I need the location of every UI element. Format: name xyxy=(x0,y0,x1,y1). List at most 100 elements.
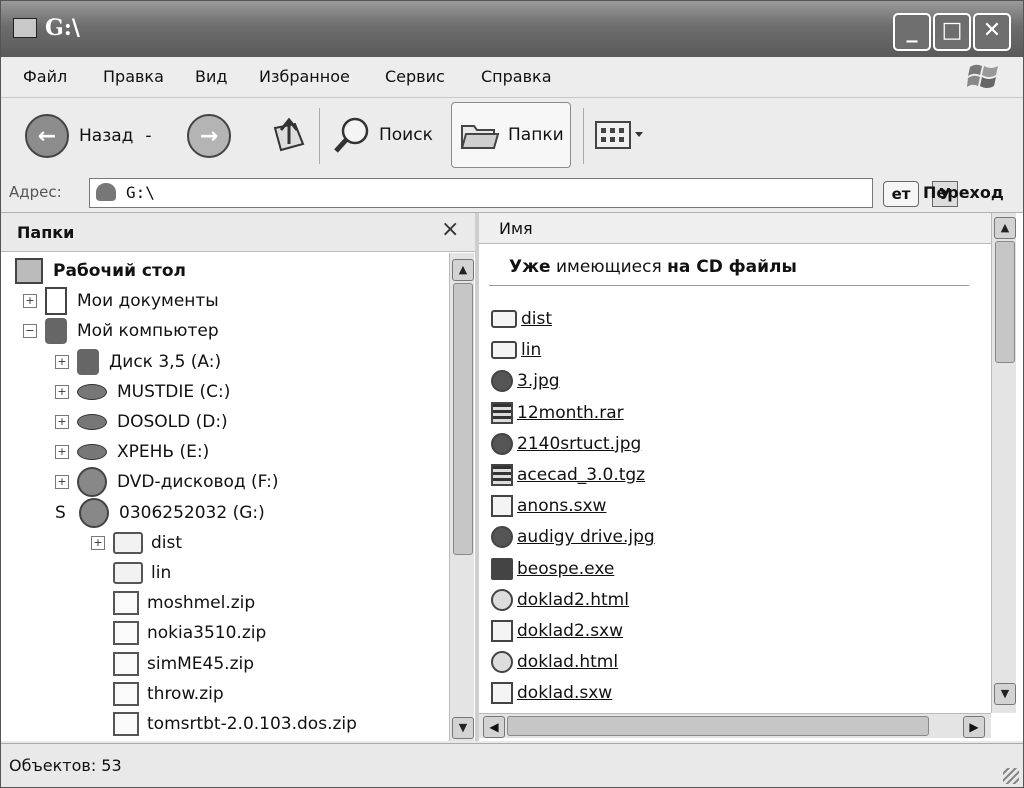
minimize-button[interactable]: _ xyxy=(893,13,931,51)
desktop-icon xyxy=(15,258,43,284)
expand-icon[interactable]: + xyxy=(91,535,105,550)
menu-view[interactable]: Вид xyxy=(195,67,227,86)
file-item[interactable]: doklad2.html xyxy=(491,586,629,614)
views-button[interactable] xyxy=(595,120,647,150)
file-item[interactable]: beospe.exe xyxy=(491,555,614,583)
tree-item[interactable]: + MUSTDIE (C:) xyxy=(55,378,230,406)
file-item[interactable]: doklad2.sxw xyxy=(491,617,623,645)
file-item[interactable]: lin xyxy=(491,336,541,364)
archive-file-icon xyxy=(491,464,513,486)
tree-item[interactable]: − Мой компьютер xyxy=(23,317,219,345)
file-item[interactable]: 12month.rar xyxy=(491,399,624,427)
tree-item[interactable]: nokia3510.zip xyxy=(91,619,266,647)
tree-item-label: throw.zip xyxy=(147,683,224,704)
search-button[interactable]: Поиск xyxy=(331,114,433,156)
scroll-thumb[interactable] xyxy=(995,241,1015,363)
expand-icon[interactable]: + xyxy=(55,415,69,429)
scroll-down-icon[interactable]: ▼ xyxy=(452,717,474,739)
tree-item-label: Диск 3,5 (A:) xyxy=(109,351,222,372)
tree-item[interactable]: + Диск 3,5 (A:) xyxy=(55,348,221,376)
group-title: Уже имеющиеся на CD файлы xyxy=(509,257,797,277)
menu-tools[interactable]: Сервис xyxy=(385,67,445,86)
expand-icon[interactable]: + xyxy=(55,475,69,490)
file-item[interactable]: doklad.html xyxy=(491,648,618,676)
resize-grip-icon[interactable] xyxy=(1003,768,1019,784)
column-header-name[interactable]: Имя xyxy=(479,213,991,244)
expand-icon[interactable]: + xyxy=(55,354,69,369)
tree-toggle[interactable]: S xyxy=(55,503,75,523)
zip-icon xyxy=(113,591,139,616)
tree-item[interactable]: + Мои документы xyxy=(23,287,219,316)
scroll-right-icon[interactable]: ▶ xyxy=(963,716,985,738)
menu-file[interactable]: Файл xyxy=(23,67,67,86)
menu-edit[interactable]: Правка xyxy=(103,67,164,86)
forward-button[interactable]: → xyxy=(187,114,231,158)
collapse-icon[interactable]: − xyxy=(23,324,37,339)
tree-item[interactable]: throw.zip xyxy=(91,680,224,708)
maximize-button[interactable]: □ xyxy=(933,13,971,51)
file-name: doklad.sxw xyxy=(517,683,613,704)
tree-item[interactable]: simME45.zip xyxy=(91,650,254,678)
tree-item[interactable]: + DVD-дисковод (F:) xyxy=(55,467,279,498)
scroll-down-icon[interactable]: ▼ xyxy=(994,683,1016,705)
file-item[interactable]: 2140srtuct.jpg xyxy=(491,430,641,458)
file-name: 3.jpg xyxy=(517,371,560,392)
tree-item[interactable]: lin xyxy=(91,559,171,587)
expand-icon[interactable]: + xyxy=(23,294,37,309)
file-item[interactable]: audigy drive.jpg xyxy=(491,523,655,551)
file-item[interactable]: acecad_3.0.tgz xyxy=(491,461,645,489)
back-dropdown[interactable]: - xyxy=(145,126,151,146)
menu-help[interactable]: Справка xyxy=(481,67,552,86)
tree-item[interactable]: tomsrtbt-2.0.103.dos.zip xyxy=(91,710,357,738)
folder-window-icon xyxy=(13,18,37,38)
tree-item-label: lin xyxy=(151,563,172,583)
files-pane: Имя Уже имеющиеся на CD файлы dist lin 3.j… xyxy=(479,213,1023,741)
scroll-thumb[interactable] xyxy=(507,716,929,736)
folder-tree-scrollbar[interactable]: ▲ ▼ xyxy=(449,253,474,741)
file-item[interactable]: 3.jpg xyxy=(491,367,560,395)
tree-item[interactable]: + DOSOLD (D:) xyxy=(55,408,228,436)
tree-item-label: Мой компьютер xyxy=(77,321,219,342)
files-horizontal-scrollbar[interactable]: ◀ ▶ xyxy=(479,713,991,738)
tree-item[interactable]: moshmel.zip xyxy=(91,589,255,617)
folder-icon xyxy=(113,531,143,554)
expand-icon[interactable]: + xyxy=(55,445,69,460)
up-folder-icon xyxy=(273,117,305,152)
tree-item[interactable]: Рабочий стол xyxy=(15,257,186,285)
back-button[interactable]: ← Назад - xyxy=(25,114,152,158)
close-pane-icon[interactable]: × xyxy=(441,217,459,242)
folders-button[interactable]: Папки xyxy=(451,102,571,168)
file-name: audigy drive.jpg xyxy=(517,527,655,548)
file-item[interactable]: doklad.sxw xyxy=(491,679,612,707)
title-bar[interactable]: G:\ _ □ ✕ xyxy=(1,1,1023,57)
scroll-up-icon[interactable]: ▲ xyxy=(994,217,1016,239)
scroll-thumb[interactable] xyxy=(453,283,473,555)
tree-item-label: 0306252032 (G:) xyxy=(119,502,265,523)
file-name: anons.sxw xyxy=(517,496,607,517)
tree-item[interactable]: + dist xyxy=(91,529,182,557)
address-value: G:\ xyxy=(126,183,155,202)
scroll-up-icon[interactable]: ▲ xyxy=(452,259,474,281)
address-input[interactable]: G:\ У xyxy=(89,178,958,208)
html-file-icon xyxy=(491,588,513,611)
expand-icon[interactable]: + xyxy=(55,384,69,399)
computer-icon xyxy=(45,318,67,345)
tree-item-label: tomsrtbt-2.0.103.dos.zip xyxy=(147,714,357,734)
folder-icon xyxy=(491,310,517,328)
tree-item-label: moshmel.zip xyxy=(147,593,256,614)
close-button[interactable]: ✕ xyxy=(973,13,1011,51)
tree-item[interactable]: + ХРЕНЬ (E:) xyxy=(55,438,209,466)
cd-drive-icon xyxy=(77,467,107,498)
scroll-left-icon[interactable]: ◀ xyxy=(483,716,505,738)
file-item[interactable]: dist xyxy=(491,305,552,333)
zip-icon xyxy=(113,651,139,676)
files-vertical-scrollbar[interactable]: ▲ ▼ xyxy=(991,213,1016,713)
tree-item[interactable]: S 0306252032 (G:) xyxy=(55,497,265,528)
folders-pane-header: Папки × xyxy=(1,213,475,252)
go-arrow-icon[interactable]: ет xyxy=(883,181,919,207)
file-name: dist xyxy=(521,309,553,329)
up-folder-button[interactable] xyxy=(271,114,307,154)
go-button[interactable]: Переход xyxy=(923,183,1004,202)
menu-favorites[interactable]: Избранное xyxy=(259,67,350,86)
file-item[interactable]: anons.sxw xyxy=(491,492,606,520)
